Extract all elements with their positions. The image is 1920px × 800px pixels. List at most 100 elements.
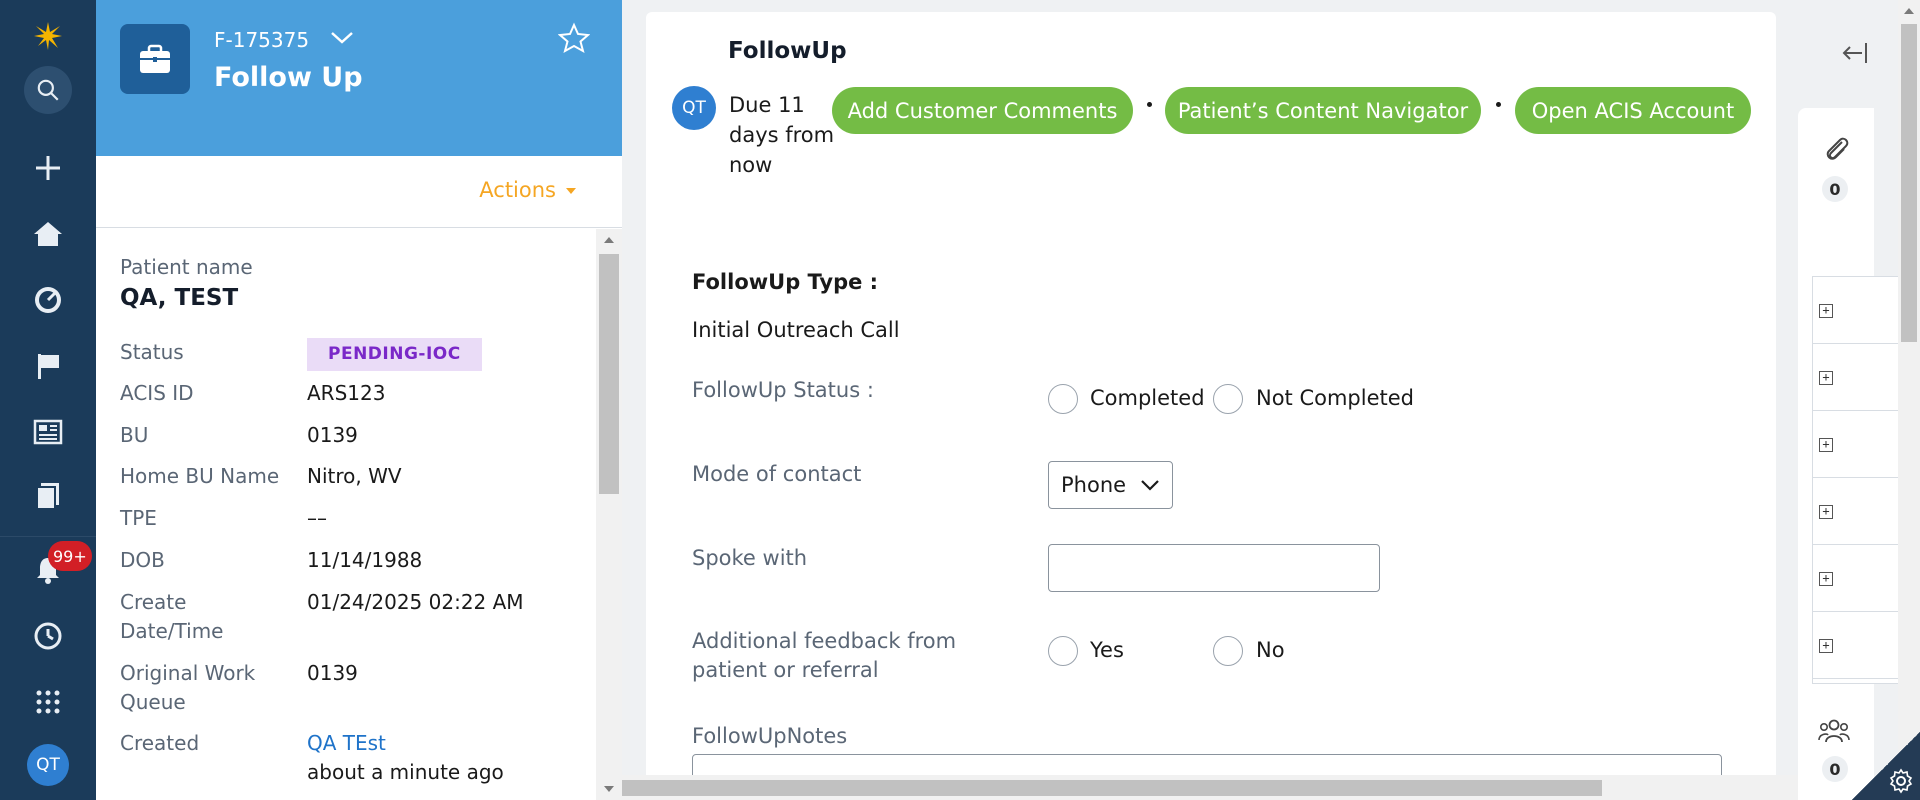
actions-row: Actions [96,156,622,228]
gauge-icon [35,287,61,313]
radio-no-label: No [1256,638,1285,662]
expand-plus-icon[interactable]: + [1819,639,1833,653]
scroll-thumb[interactable] [599,254,619,494]
documents-icon [36,483,59,510]
history-nav-button[interactable] [0,608,96,664]
mode-of-contact-select[interactable]: Phone [1048,461,1173,509]
scroll-thumb[interactable] [1901,24,1917,342]
patient-name: QA, TEST [120,285,239,311]
mode-of-contact-value: Phone [1061,473,1127,497]
add-customer-comments-button[interactable]: Add Customer Comments [832,87,1133,134]
search-icon [24,66,72,114]
side-section-row[interactable]: + [1813,277,1899,344]
home-nav-button[interactable] [0,206,96,262]
field-value: 01/24/2025 02:22 AM [307,590,524,614]
documents-nav-button[interactable] [0,468,96,524]
due-text: Due 11 days from now [729,93,835,177]
patient-name-label: Patient name [120,255,253,279]
radio-completed-label: Completed [1090,386,1205,410]
assignee-avatar[interactable]: QT [672,86,716,130]
attachments-count: 0 [1822,176,1848,202]
field-value: 0139 [307,661,358,685]
field-label: Home BU Name [120,464,280,488]
scroll-up-arrow-icon[interactable] [604,237,614,243]
apps-nav-button[interactable] [0,674,96,730]
actions-label: Actions [479,178,556,202]
dashboard-nav-button[interactable] [0,272,96,328]
side-section-row[interactable]: + [1813,478,1899,545]
field-label: TPE [120,506,157,530]
actions-menu-button[interactable]: Actions [479,178,576,202]
paperclip-icon[interactable] [1820,134,1854,168]
field-value: Nitro, WV [307,464,402,488]
field-value: 0139 [307,423,358,447]
plus-icon [36,156,60,180]
side-section-row[interactable]: + [1813,545,1899,612]
side-section-row[interactable]: + [1813,344,1899,411]
followers-icon[interactable] [1818,716,1850,746]
create-nav-button[interactable] [0,140,96,196]
chevron-down-icon [1141,480,1159,491]
followup-status-label: FollowUp Status : [692,378,874,402]
open-acis-account-button[interactable]: Open ACIS Account [1515,87,1751,134]
spoke-with-input[interactable] [1048,544,1380,592]
created-by-link[interactable]: QA TEst [307,729,504,758]
gear-icon [1889,768,1913,794]
expand-plus-icon[interactable]: + [1819,505,1833,519]
additional-feedback-label: Additional feedback from patient or refe… [692,629,957,682]
worklist-nav-button[interactable] [0,338,96,394]
field-label: Original Work Queue [120,661,256,714]
radio-yes-label: Yes [1090,638,1124,662]
chevron-down-icon[interactable] [328,26,356,50]
followers-count: 0 [1822,756,1848,782]
expand-plus-icon[interactable]: + [1819,438,1833,452]
app-logo-icon[interactable] [0,8,96,64]
case-title: Follow Up [214,62,363,93]
nav-divider [0,536,96,537]
case-id: F-175375 [214,28,310,52]
radio-no[interactable] [1213,636,1243,666]
details-scrollbar[interactable] [596,229,622,800]
side-sections: + + + + + + [1812,276,1899,684]
case-header: F-175375 Follow Up [96,0,622,156]
field-label: Created [120,731,200,755]
followup-title: FollowUp [728,38,847,64]
field-label: ACIS ID [120,381,194,405]
briefcase-icon [120,24,190,94]
field-value: ARS123 [307,381,386,405]
followup-type-label: FollowUp Type : [692,270,879,294]
scroll-thumb[interactable] [622,780,1602,796]
user-avatar[interactable]: QT [27,744,69,786]
main-horizontal-scrollbar[interactable] [622,775,1920,800]
radio-not-completed-label: Not Completed [1256,386,1415,410]
settings-corner[interactable] [1852,732,1920,800]
field-label: Status [120,340,184,364]
field-value: –– [307,506,327,530]
side-section-row[interactable]: + [1813,612,1899,679]
radio-not-completed[interactable] [1213,384,1243,414]
search-nav-button[interactable] [0,62,96,118]
scroll-up-arrow-icon[interactable] [1904,8,1914,14]
mode-of-contact-label: Mode of contact [692,462,862,486]
followup-notes-label: FollowUpNotes [692,724,848,748]
followup-card: FollowUp QT Due 11 days from now Add Cus… [646,12,1776,800]
notification-count-badge: 99+ [48,541,92,571]
scroll-down-arrow-icon[interactable] [604,786,614,792]
flag-icon [38,354,59,379]
left-navigation: 99+ QT [0,0,96,800]
radio-yes[interactable] [1048,636,1078,666]
reports-nav-button[interactable] [0,404,96,460]
content-navigator-button[interactable]: Patient’s Content Navigator [1165,87,1481,134]
expand-plus-icon[interactable]: + [1819,371,1833,385]
created-time: about a minute ago [307,760,504,784]
radio-completed[interactable] [1048,384,1078,414]
expand-plus-icon[interactable]: + [1819,572,1833,586]
star-icon[interactable] [558,22,590,54]
home-icon [34,222,62,246]
page-vertical-scrollbar[interactable] [1898,0,1920,775]
patient-details: Patient name QA, TEST Status PENDING-IOC… [96,229,596,800]
expand-plus-icon[interactable]: + [1819,304,1833,318]
side-section-row[interactable]: + [1813,411,1899,478]
collapse-panel-icon[interactable] [1840,38,1870,68]
separator-dot [1496,102,1501,107]
